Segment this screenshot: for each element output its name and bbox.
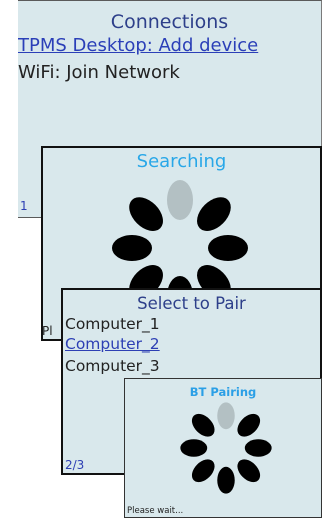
menu-item-wifi-join-network[interactable]: WiFi: Join Network xyxy=(18,62,180,83)
menu-item-tpms-desktop-add-device[interactable]: TPMS Desktop: Add device xyxy=(18,35,258,56)
searching-title: Searching xyxy=(136,151,227,172)
spinner-segment xyxy=(237,413,261,437)
spinner-segment xyxy=(180,439,208,457)
please-wait-text: Please wait... xyxy=(127,506,184,516)
page-indicator: 2/3 xyxy=(65,458,85,472)
searching-footer-text: Pl xyxy=(42,324,53,338)
device-item-computer-2[interactable]: Computer_2 xyxy=(65,335,160,353)
spinner-active-segment xyxy=(167,180,193,220)
spinner-segment xyxy=(191,459,215,483)
spinner-segment xyxy=(237,459,261,483)
spinner-segment xyxy=(208,235,248,261)
bt-pairing-screen: BT Pairing Please wait... xyxy=(124,378,322,518)
device-item-computer-3[interactable]: Computer_3 xyxy=(65,357,160,375)
bt-pairing-title: BT Pairing xyxy=(189,385,257,399)
spinner-segment xyxy=(129,197,163,231)
spinner-segment xyxy=(197,197,231,231)
select-pair-title: Select to Pair xyxy=(137,294,246,313)
spinner-segment xyxy=(191,413,215,437)
spinner-segment xyxy=(112,235,152,261)
loading-spinner-icon xyxy=(179,401,273,495)
page-indicator: 1 xyxy=(20,199,28,213)
spinner-active-segment xyxy=(217,402,235,430)
spinner-segment xyxy=(217,466,235,494)
device-item-computer-1[interactable]: Computer_1 xyxy=(65,315,160,333)
connections-title: Connections xyxy=(110,11,229,33)
spinner-segment xyxy=(244,439,272,457)
